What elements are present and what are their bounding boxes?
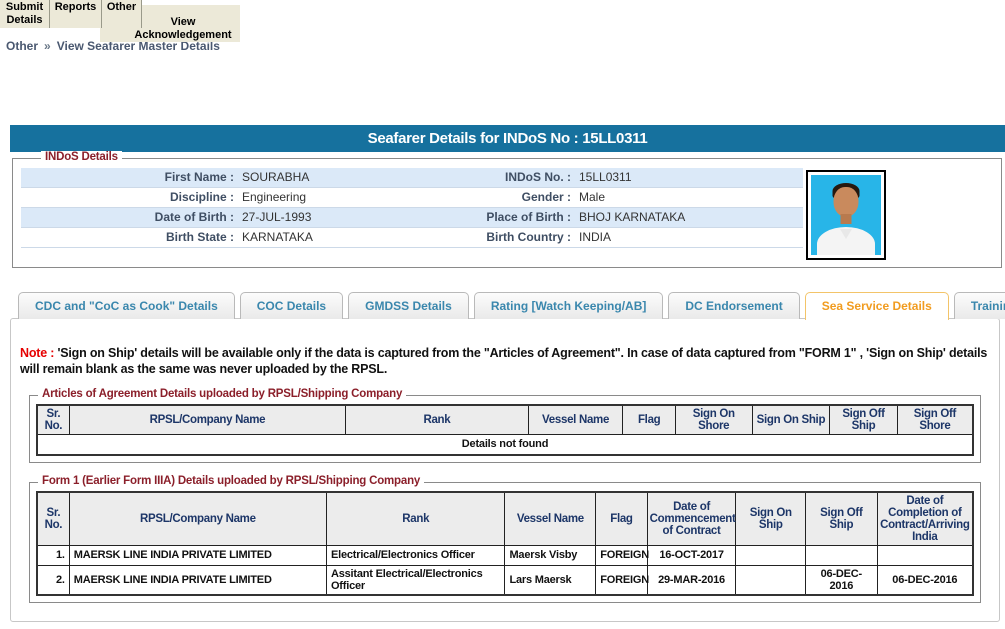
indos-no-value: 15LL0311 — [576, 168, 803, 187]
col-sign-on-ship: Sign On Ship — [752, 405, 830, 435]
cell-sign-on-ship — [736, 545, 806, 565]
cell-vessel: Lars Maersk — [505, 565, 596, 595]
menu-item-label: View Acknowledgement — [126, 16, 240, 42]
indos-details-legend: INDoS Details — [41, 151, 122, 163]
sign-on-ship-note: Note : 'Sign on Ship' details will be av… — [20, 345, 990, 377]
cell-commencement-date: 29-MAR-2016 — [647, 565, 736, 595]
cell-sr-no: 1. — [37, 545, 69, 565]
col-flag: Flag — [596, 492, 647, 546]
form1-legend: Form 1 (Earlier Form IIIA) Details uploa… — [38, 475, 424, 487]
main-menubar: Submit Details Reports Other — [0, 0, 142, 28]
first-name-value: SOURABHA — [239, 168, 431, 187]
cell-company: MAERSK LINE INDIA PRIVATE LIMITED — [69, 565, 326, 595]
birth-country-value: INDIA — [576, 228, 803, 247]
cell-sign-off-ship — [806, 545, 878, 565]
field-row: First Name : SOURABHA INDoS No. : 15LL03… — [21, 168, 803, 188]
cell-commencement-date: 16-OCT-2017 — [647, 545, 736, 565]
indos-field-grid: First Name : SOURABHA INDoS No. : 15LL03… — [21, 168, 803, 248]
col-flag: Flag — [623, 405, 675, 435]
col-rank: Rank — [346, 405, 529, 435]
col-sign-on-ship: Sign On Ship — [736, 492, 806, 546]
field-row: Birth State : KARNATAKA Birth Country : … — [21, 228, 803, 248]
tab-rating-watch-keeping-ab[interactable]: Rating [Watch Keeping/AB] — [474, 292, 664, 319]
gender-value: Male — [576, 188, 803, 207]
articles-of-agreement-fieldset: Articles of Agreement Details uploaded b… — [29, 395, 981, 463]
cell-flag: FOREIGN — [596, 545, 647, 565]
gender-label: Gender : — [431, 188, 576, 207]
cell-vessel: Maersk Visby — [505, 545, 596, 565]
first-name-label: First Name : — [21, 168, 239, 187]
date-of-birth-label: Date of Birth : — [21, 208, 239, 227]
cell-sign-on-ship — [736, 565, 806, 595]
indos-details-fieldset: INDoS Details First Name : SOURABHA INDo… — [12, 158, 1002, 268]
details-not-found-message: Details not found — [37, 435, 973, 455]
tab-strip: CDC and "CoC as Cook" Details COC Detail… — [10, 292, 1000, 319]
cell-completion-date — [877, 545, 973, 565]
seafarer-photo — [806, 170, 886, 260]
menu-item-submit-details[interactable]: Submit Details — [0, 0, 50, 28]
articles-of-agreement-legend: Articles of Agreement Details uploaded b… — [38, 388, 406, 400]
cell-sign-off-ship: 06-DEC-2016 — [806, 565, 878, 595]
cell-flag: FOREIGN — [596, 565, 647, 595]
breadcrumb-other-link[interactable]: Other — [6, 39, 38, 53]
table-empty-row: Details not found — [37, 435, 973, 455]
birth-state-value: KARNATAKA — [239, 228, 431, 247]
tab-training-details[interactable]: Training Details — [954, 292, 1005, 319]
discipline-label: Discipline : — [21, 188, 239, 207]
field-row: Date of Birth : 27-JUL-1993 Place of Bir… — [21, 208, 803, 228]
col-sign-on-shore: Sign On Shore — [675, 405, 752, 435]
col-sr-no: Sr. No. — [37, 405, 69, 435]
form1-fieldset: Form 1 (Earlier Form IIIA) Details uploa… — [29, 482, 981, 603]
cell-sr-no: 2. — [37, 565, 69, 595]
col-sign-off-ship: Sign Off Ship — [806, 492, 878, 546]
breadcrumb-separator: » — [38, 39, 57, 53]
indos-no-label: INDoS No. : — [431, 168, 576, 187]
col-rpsl-company-name: RPSL/Company Name — [69, 492, 326, 546]
col-date-of-commencement: Date of Commencement of Contract — [647, 492, 736, 546]
cell-rank: Electrical/Electronics Officer — [326, 545, 505, 565]
cell-completion-date: 06-DEC-2016 — [877, 565, 973, 595]
col-vessel-name: Vessel Name — [528, 405, 623, 435]
sea-service-details-panel: Note : 'Sign on Ship' details will be av… — [10, 318, 1000, 622]
col-rpsl-company-name: RPSL/Company Name — [69, 405, 345, 435]
tab-area: CDC and "CoC as Cook" Details COC Detail… — [10, 292, 1000, 622]
table-header-row: Sr. No. RPSL/Company Name Rank Vessel Na… — [37, 405, 973, 435]
place-of-birth-value: BHOJ KARNATAKA — [576, 208, 803, 227]
col-sr-no: Sr. No. — [37, 492, 69, 546]
tab-cdc-coc-as-cook-details[interactable]: CDC and "CoC as Cook" Details — [18, 292, 235, 319]
tab-dc-endorsement[interactable]: DC Endorsement — [668, 292, 799, 319]
page-title: Seafarer Details for INDoS No : 15LL0311 — [10, 125, 1005, 152]
articles-of-agreement-table: Sr. No. RPSL/Company Name Rank Vessel Na… — [36, 404, 974, 456]
discipline-value: Engineering — [239, 188, 431, 207]
note-prefix: Note : — [20, 346, 54, 360]
seafarer-photo-image — [811, 175, 881, 255]
tab-sea-service-details[interactable]: Sea Service Details — [805, 292, 949, 320]
col-vessel-name: Vessel Name — [505, 492, 596, 546]
field-row: Discipline : Engineering Gender : Male — [21, 188, 803, 208]
cell-rank: Assitant Electrical/Electronics Officer — [326, 565, 505, 595]
form1-table: Sr. No. RPSL/Company Name Rank Vessel Na… — [36, 491, 974, 596]
menu-item-other[interactable]: Other — [102, 0, 142, 28]
place-of-birth-label: Place of Birth : — [431, 208, 576, 227]
col-date-of-completion: Date of Completion of Contract/Arriving … — [877, 492, 973, 546]
date-of-birth-value: 27-JUL-1993 — [239, 208, 431, 227]
table-row: 2. MAERSK LINE INDIA PRIVATE LIMITED Ass… — [37, 565, 973, 595]
col-rank: Rank — [326, 492, 505, 546]
tab-gmdss-details[interactable]: GMDSS Details — [348, 292, 469, 319]
cell-company: MAERSK LINE INDIA PRIVATE LIMITED — [69, 545, 326, 565]
tab-coc-details[interactable]: COC Details — [240, 292, 343, 319]
birth-country-label: Birth Country : — [431, 228, 576, 247]
col-sign-off-shore: Sign Off Shore — [897, 405, 973, 435]
menu-item-reports[interactable]: Reports — [50, 0, 102, 28]
table-header-row: Sr. No. RPSL/Company Name Rank Vessel Na… — [37, 492, 973, 546]
note-text: 'Sign on Ship' details will be available… — [20, 346, 987, 376]
table-row: 1. MAERSK LINE INDIA PRIVATE LIMITED Ele… — [37, 545, 973, 565]
birth-state-label: Birth State : — [21, 228, 239, 247]
col-sign-off-ship: Sign Off Ship — [830, 405, 898, 435]
